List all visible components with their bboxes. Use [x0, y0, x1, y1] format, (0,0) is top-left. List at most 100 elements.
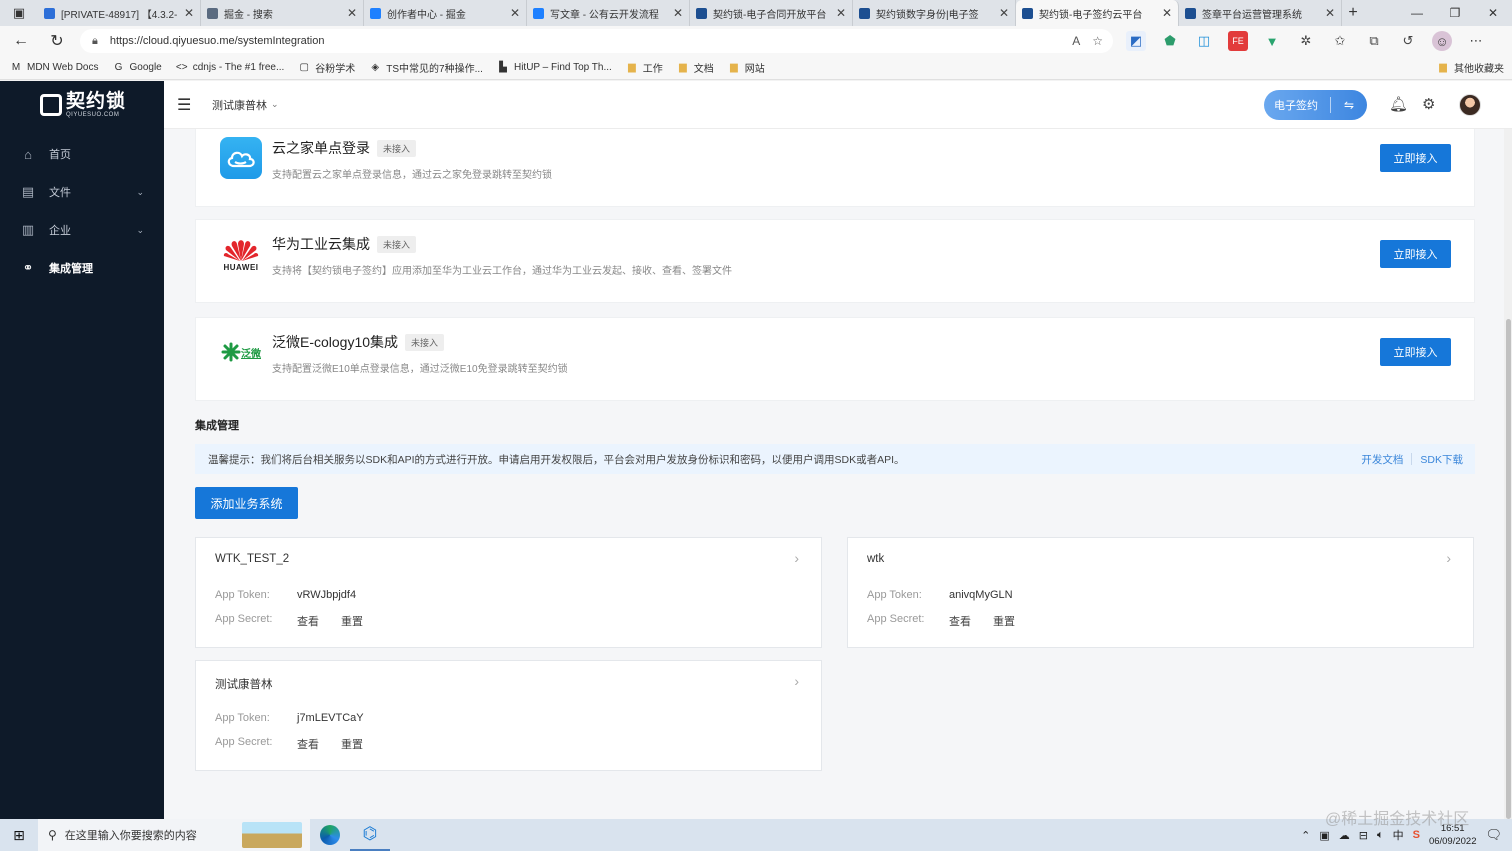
sidebar-item[interactable]: ▤ 文件 ⌄ — [0, 173, 164, 211]
notification-bell-icon[interactable]: 🔔︎ — [1389, 95, 1408, 113]
browser-tab[interactable]: 创作者中心 - 掘金 ✕ — [364, 0, 527, 26]
view-secret-button[interactable]: 查看 — [949, 613, 971, 629]
menu-toggle-icon[interactable]: ☰ — [177, 95, 195, 115]
minimize-icon[interactable]: — — [1398, 0, 1436, 26]
dev-docs-link[interactable]: 开发文档 — [1361, 452, 1403, 467]
sogou-ime-icon[interactable]: S — [1413, 829, 1420, 841]
bookmark-item[interactable]: ▙ HitUP – Find Top Th... — [497, 60, 612, 75]
connect-button-huawei[interactable]: 立即接入 — [1380, 240, 1451, 268]
read-aloud-icon[interactable]: A — [1072, 34, 1080, 48]
new-tab-button[interactable]: + — [1342, 0, 1364, 26]
chevron-right-icon[interactable]: › — [794, 550, 799, 566]
history-icon[interactable]: ↺ — [1398, 31, 1418, 51]
tenant-selector[interactable]: 测试康普林 ⌄ — [212, 97, 279, 113]
tab-close-icon[interactable]: ✕ — [999, 6, 1009, 20]
status-badge: 未接入 — [377, 235, 417, 253]
connect-button-fanwei[interactable]: 立即接入 — [1380, 338, 1451, 366]
tab-close-icon[interactable]: ✕ — [836, 6, 846, 20]
extension-pdf-icon[interactable]: FE — [1228, 31, 1248, 51]
settings-gear-icon[interactable]: ⚙ — [1422, 95, 1435, 113]
browser-tab[interactable]: 契约锁-电子签约云平台 ✕ — [1016, 0, 1179, 26]
favorites-icon[interactable]: ✩ — [1330, 31, 1350, 51]
user-avatar[interactable] — [1459, 94, 1481, 116]
app-logo[interactable]: 契约锁 QIYUESUO.COM — [0, 81, 164, 129]
view-secret-button[interactable]: 查看 — [297, 613, 319, 629]
sidebar-item[interactable]: ▥ 企业 ⌄ — [0, 211, 164, 249]
reset-secret-button[interactable]: 重置 — [341, 613, 363, 629]
app-token-label: App Token: — [215, 712, 270, 724]
ime-indicator[interactable]: 中 — [1393, 827, 1404, 843]
browser-tab[interactable]: 契约锁-电子合同开放平台 ✕ — [690, 0, 853, 26]
reload-icon[interactable]: ↻ — [42, 31, 72, 51]
extensions-puzzle-icon[interactable]: ✲ — [1296, 31, 1316, 51]
extension-screenshot-icon[interactable]: ◫ — [1194, 31, 1214, 51]
more-menu-icon[interactable]: ⋯ — [1466, 31, 1486, 51]
reset-secret-button[interactable]: 重置 — [993, 613, 1015, 629]
sidebar-item[interactable]: ⌂ 首页 — [0, 135, 164, 173]
bookmark-item[interactable]: ◈ TS中常见的7种操作... — [369, 60, 483, 75]
scrollbar-thumb[interactable] — [1506, 319, 1511, 819]
sdk-download-link[interactable]: SDK下载 — [1420, 452, 1463, 467]
favorite-star-icon[interactable]: ☆ — [1092, 34, 1103, 48]
browser-tab[interactable]: 写文章 - 公有云开发流程 ✕ — [527, 0, 690, 26]
url-input[interactable]: 🔒︎ https://cloud.qiyuesuo.me/systemInteg… — [80, 29, 1113, 53]
browser-tab[interactable]: [PRIVATE-48917] 【4.3.2- ✕ — [38, 0, 201, 26]
tab-close-icon[interactable]: ✕ — [510, 6, 520, 20]
chevron-right-icon[interactable]: › — [794, 673, 799, 689]
connect-button-yunzhijia[interactable]: 立即接入 — [1380, 144, 1451, 172]
volume-icon[interactable]: 🔈︎ — [1377, 829, 1384, 842]
tab-favicon-icon — [533, 7, 544, 19]
bookmark-folder[interactable]: ▆ 工作 — [626, 60, 663, 75]
logo-text: 契约锁 — [66, 90, 127, 112]
notification-center-icon[interactable]: 🗨︎ — [1485, 827, 1502, 843]
edge-app-icon[interactable] — [310, 819, 350, 851]
swap-icon: ⇋ — [1343, 98, 1355, 112]
collections-icon[interactable]: ⧉ — [1364, 31, 1384, 51]
tab-close-icon[interactable]: ✕ — [184, 6, 194, 20]
bookmark-item[interactable]: G Google — [113, 60, 162, 75]
bookmark-item[interactable]: ▢ 谷粉学术 — [298, 60, 356, 75]
e-sign-switch-button[interactable]: 电子签约 ⇋ — [1264, 90, 1367, 120]
browser-tab[interactable]: 契约锁数字身份|电子签 ✕ — [853, 0, 1016, 26]
tab-close-icon[interactable]: ✕ — [1325, 6, 1335, 20]
bookmark-item[interactable]: <> cdnjs - The #1 free... — [176, 60, 285, 75]
tab-close-icon[interactable]: ✕ — [347, 6, 357, 20]
profile-avatar-icon[interactable]: ☺ — [1432, 31, 1452, 51]
system-card[interactable]: WTK_TEST_2 › App Token: vRWJbpjdf4 App S… — [195, 537, 822, 648]
tab-close-icon[interactable]: ✕ — [673, 6, 683, 20]
system-card[interactable]: 测试康普林 › App Token: j7mLEVTCaY App Secret… — [195, 660, 822, 771]
browser-tab[interactable]: 掘金 - 搜索 ✕ — [201, 0, 364, 26]
extension-translate-icon[interactable]: ◩ — [1126, 31, 1146, 51]
reset-secret-button[interactable]: 重置 — [341, 736, 363, 752]
vscode-app-icon[interactable]: ⌬ — [350, 819, 390, 851]
system-card[interactable]: wtk › App Token: anivqMyGLN App Secret: … — [847, 537, 1474, 648]
onedrive-cloud-icon[interactable]: ☁ — [1339, 829, 1350, 842]
extension-shield-icon[interactable]: ⬟ — [1160, 31, 1180, 51]
close-window-icon[interactable]: ✕ — [1474, 0, 1512, 26]
view-secret-button[interactable]: 查看 — [297, 736, 319, 752]
restore-icon[interactable]: ❐ — [1436, 0, 1474, 26]
tab-close-icon[interactable]: ✕ — [1162, 6, 1172, 20]
tab-favicon-icon — [370, 7, 381, 19]
network-icon[interactable]: ⊟ — [1359, 829, 1368, 842]
tab-actions-icon[interactable]: ▣ — [0, 0, 38, 26]
taskbar-search-box[interactable]: ⚲ 在这里输入你要搜索的内容 — [38, 819, 310, 851]
device-icon[interactable]: ▣ — [1319, 829, 1329, 842]
browser-tab[interactable]: 签章平台运营管理系统 ✕ — [1179, 0, 1342, 26]
bookmark-favicon-icon: ◈ — [371, 62, 380, 73]
show-hidden-icons-icon[interactable]: ⌃ — [1301, 829, 1310, 842]
extension-vue-icon[interactable]: ▼ — [1262, 31, 1282, 51]
other-bookmarks-folder[interactable]: ▆ 其他收藏夹 — [1437, 60, 1504, 75]
bookmark-folder[interactable]: ▆ 网站 — [728, 60, 765, 75]
bookmark-item[interactable]: M MDN Web Docs — [10, 60, 99, 75]
back-icon[interactable]: ← — [6, 32, 36, 50]
sidebar-item[interactable]: ⚭ 集成管理 — [0, 249, 164, 287]
bookmark-folder[interactable]: ▆ 文档 — [677, 60, 714, 75]
bookmark-label: cdnjs - The #1 free... — [192, 62, 285, 73]
scrollbar-track[interactable] — [1504, 129, 1512, 819]
chevron-right-icon[interactable]: › — [1446, 550, 1451, 566]
windows-start-icon[interactable]: ⊞ — [0, 827, 38, 844]
integration-description: 支持配置云之家单点登录信息，通过云之家免登录跳转至契约锁 — [272, 170, 552, 181]
integration-card-yunzhijia: 云之家单点登录 未接入 支持配置云之家单点登录信息，通过云之家免登录跳转至契约锁… — [195, 129, 1475, 207]
add-business-system-button[interactable]: 添加业务系统 — [195, 487, 298, 519]
